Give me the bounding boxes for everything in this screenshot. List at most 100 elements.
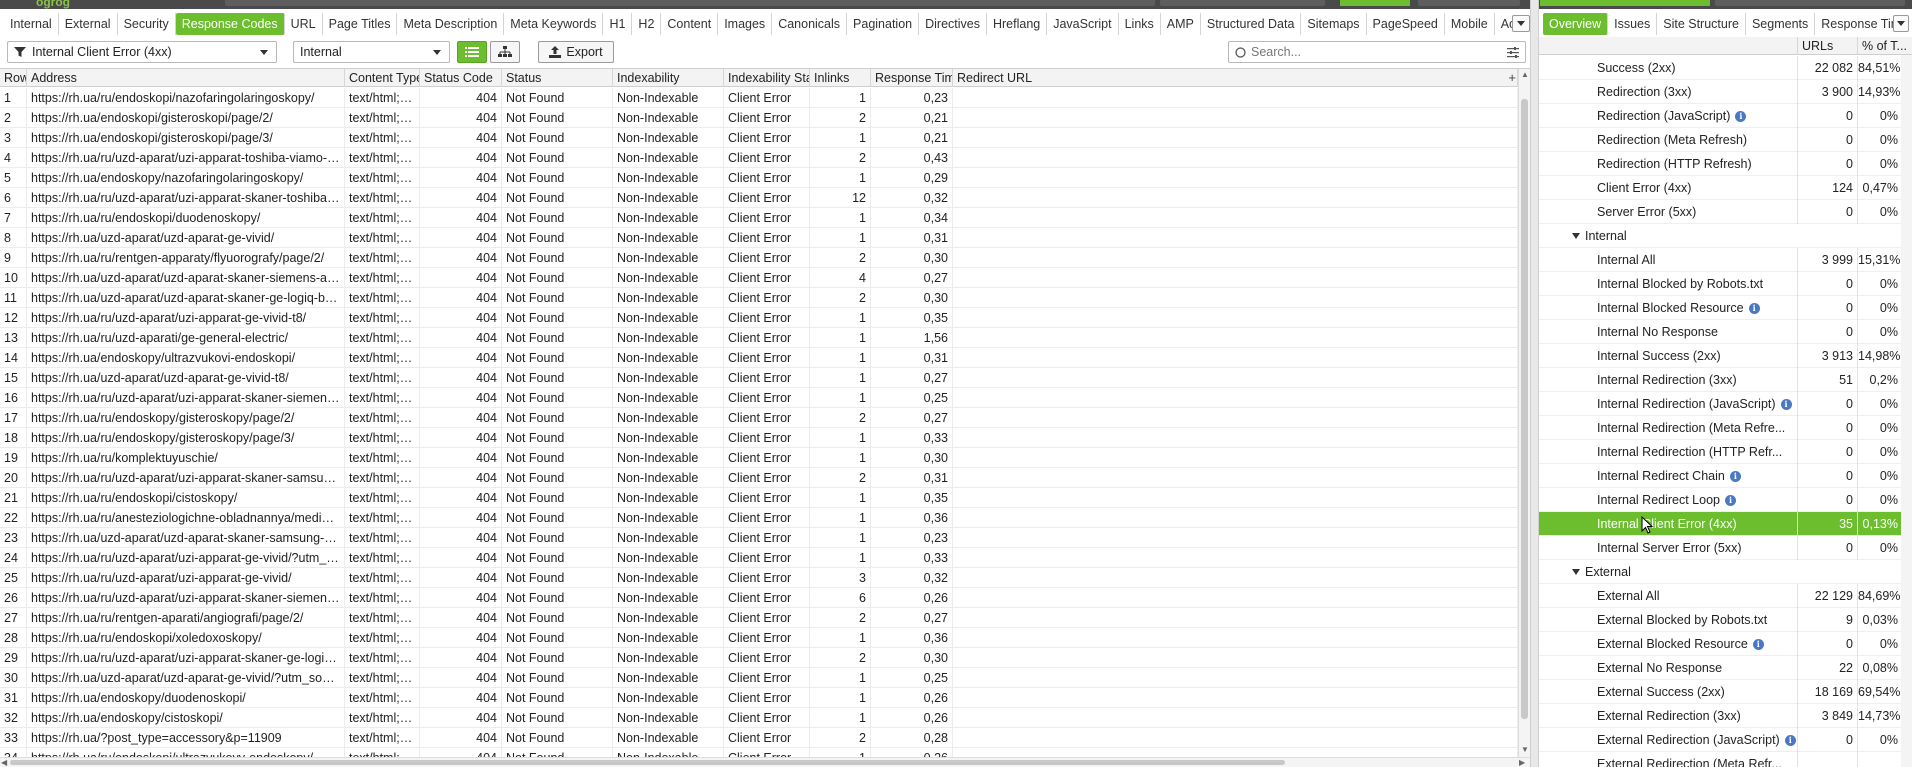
table-row[interactable]: 26 https://rh.ua/ru/uzd-aparat/uzi-appara…: [0, 588, 1518, 608]
table-row[interactable]: 12 https://rh.ua/ru/uzd-aparat/uzi-appara…: [0, 308, 1518, 328]
tab-mobile[interactable]: Mobile: [1445, 13, 1495, 35]
tab-pagination[interactable]: Pagination: [847, 13, 920, 35]
top-menu-button[interactable]: [1500, 0, 1520, 6]
scroll-up-icon[interactable]: ▲: [1521, 70, 1529, 79]
overview-item-internal-all[interactable]: Internal All 3 999 15,31%: [1539, 248, 1912, 272]
tab-meta-description[interactable]: Meta Description: [397, 13, 505, 35]
column-header-indexability-status[interactable]: Indexability Status: [724, 69, 810, 87]
tab-images[interactable]: Images: [718, 13, 773, 35]
right-tab-response-tim[interactable]: Response Tim: [1815, 13, 1895, 35]
table-row[interactable]: 23 https://rh.ua/uzd-aparat/uzd-aparat-sk…: [0, 528, 1518, 548]
right-tab-overview[interactable]: Overview: [1543, 13, 1609, 35]
column-header-status-code[interactable]: Status Code: [420, 69, 502, 87]
tree-view-button[interactable]: [490, 41, 520, 63]
scroll-down-icon[interactable]: ▼: [1521, 745, 1529, 754]
tab-page-titles[interactable]: Page Titles: [323, 13, 398, 35]
table-row[interactable]: 2 https://rh.ua/endoskopi/gisteroskopi/pa…: [0, 108, 1518, 128]
table-row[interactable]: 9 https://rh.ua/ru/rentgen-apparaty/flyuo…: [0, 248, 1518, 268]
overview-item-internal-no-response[interactable]: Internal No Response 0 0%: [1539, 320, 1912, 344]
overview-item-redirection-http-refresh[interactable]: Redirection (HTTP Refresh) 0 0%: [1539, 152, 1912, 176]
overview-item-internal-blocked-resource[interactable]: Internal Blocked Resource i 0 0%: [1539, 296, 1912, 320]
right-tab-issues[interactable]: Issues: [1608, 13, 1658, 35]
tab-canonicals[interactable]: Canonicals: [772, 13, 848, 35]
overview-group-internal[interactable]: Internal: [1539, 224, 1912, 248]
overview-item-internal-blocked-by-robots-txt[interactable]: Internal Blocked by Robots.txt 0 0%: [1539, 272, 1912, 296]
right-tab-segments[interactable]: Segments: [1746, 13, 1816, 35]
tab-h1[interactable]: H1: [603, 13, 633, 35]
overview-col-urls[interactable]: URLs: [1797, 37, 1857, 55]
column-header-row[interactable]: Row: [0, 69, 27, 87]
table-row[interactable]: 18 https://rh.ua/ru/endoskopy/gisteroskop…: [0, 428, 1518, 448]
scroll-right-icon[interactable]: ▶: [1519, 758, 1525, 767]
overview-item-redirection-meta-refresh[interactable]: Redirection (Meta Refresh) 0 0%: [1539, 128, 1912, 152]
scope-dropdown[interactable]: Internal: [293, 41, 450, 63]
table-row[interactable]: 25 https://rh.ua/ru/uzd-aparat/uzi-appara…: [0, 568, 1518, 588]
table-row[interactable]: 10 https://rh.ua/uzd-aparat/uzd-aparat-sk…: [0, 268, 1518, 288]
right-tab-site-structure[interactable]: Site Structure: [1657, 13, 1746, 35]
overview-item-internal-redirection-meta-refre[interactable]: Internal Redirection (Meta Refre... 0 0%: [1539, 416, 1912, 440]
tab-external[interactable]: External: [59, 13, 118, 35]
tab-h2[interactable]: H2: [632, 13, 662, 35]
main-tabs-overflow-button[interactable]: [1512, 15, 1530, 32]
right-tabs-overflow-button[interactable]: [1893, 15, 1909, 32]
overview-item-internal-client-error-4xx[interactable]: Internal Client Error (4xx) 35 0,13%: [1539, 512, 1912, 536]
table-row[interactable]: 27 https://rh.ua/ru/rentgen-aparati/angio…: [0, 608, 1518, 628]
search-options-icon[interactable]: [1507, 47, 1519, 58]
overview-group-external[interactable]: External: [1539, 560, 1912, 584]
column-header-inlinks[interactable]: Inlinks: [810, 69, 871, 87]
table-row[interactable]: 6 https://rh.ua/ru/uzd-aparat/uzi-apparat…: [0, 188, 1518, 208]
tab-hreflang[interactable]: Hreflang: [987, 13, 1048, 35]
info-icon[interactable]: i: [1725, 494, 1736, 506]
table-row[interactable]: 13 https://rh.ua/ru/uzd-aparati/ge-genera…: [0, 328, 1518, 348]
table-row[interactable]: 8 https://rh.ua/uzd-aparat/uzd-aparat-ge-…: [0, 228, 1518, 248]
overview-item-external-redirection-3xx[interactable]: External Redirection (3xx) 3 849 14,73%: [1539, 704, 1912, 728]
horizontal-scrollbar-thumb[interactable]: [10, 760, 1285, 765]
top-start-button[interactable]: [1340, 0, 1410, 6]
table-row[interactable]: 28 https://rh.ua/ru/endoskopi/xoledoxosko…: [0, 628, 1518, 648]
overview-item-internal-redirection-3xx[interactable]: Internal Redirection (3xx) 51 0,2%: [1539, 368, 1912, 392]
table-row[interactable]: 7 https://rh.ua/ru/endoskopi/duodenoskopy…: [0, 208, 1518, 228]
overview-item-external-redirection-javascript[interactable]: External Redirection (JavaScript) i 0 0%: [1539, 728, 1912, 752]
overview-item-internal-redirect-loop[interactable]: Internal Redirect Loop i 0 0%: [1539, 488, 1912, 512]
column-header-status[interactable]: Status: [502, 69, 613, 87]
horizontal-scrollbar[interactable]: ◀ ▶: [0, 757, 1530, 767]
overview-item-external-blocked-resource[interactable]: External Blocked Resource i 0 0%: [1539, 632, 1912, 656]
info-icon[interactable]: i: [1735, 110, 1747, 122]
overview-item-server-error-5xx[interactable]: Server Error (5xx) 0 0%: [1539, 200, 1912, 224]
search-box[interactable]: [1228, 41, 1526, 63]
tab-amp[interactable]: AMP: [1161, 13, 1201, 35]
column-header-response-time[interactable]: Response Time: [871, 69, 953, 87]
overview-item-success-2xx[interactable]: Success (2xx) 22 082 84,51%: [1539, 56, 1912, 80]
list-view-button[interactable]: [457, 41, 487, 63]
scroll-left-icon[interactable]: ◀: [1, 758, 7, 767]
table-row[interactable]: 5 https://rh.ua/endoskopy/nazofaringolari…: [0, 168, 1518, 188]
tab-pagespeed[interactable]: PageSpeed: [1367, 13, 1445, 35]
vertical-scrollbar[interactable]: ▲ ▼: [1518, 69, 1530, 757]
table-row[interactable]: 14 https://rh.ua/endoskopy/ultrazvukovi-e…: [0, 348, 1518, 368]
info-icon[interactable]: i: [1748, 302, 1760, 314]
tab-internal[interactable]: Internal: [4, 13, 59, 35]
column-header-indexability[interactable]: Indexability: [613, 69, 724, 87]
table-row[interactable]: 29 https://rh.ua/ru/uzd-aparat/uzi-appara…: [0, 648, 1518, 668]
table-row[interactable]: 30 https://rh.ua/uzd-aparat/uzd-aparat-ge…: [0, 668, 1518, 688]
table-row[interactable]: 31 https://rh.ua/endoskopy/duodenoskopi/t…: [0, 688, 1518, 708]
tab-links[interactable]: Links: [1119, 13, 1161, 35]
table-row[interactable]: 33 https://rh.ua/?post_type=accessory&p=1…: [0, 728, 1518, 748]
tab-url[interactable]: URL: [285, 13, 323, 35]
column-header-address[interactable]: Address: [27, 69, 345, 87]
info-icon[interactable]: i: [1752, 638, 1764, 650]
info-icon[interactable]: i: [1780, 398, 1792, 410]
vertical-scrollbar-thumb[interactable]: [1521, 99, 1528, 719]
add-column-icon[interactable]: +: [1508, 69, 1516, 86]
overview-item-internal-success-2xx[interactable]: Internal Success (2xx) 3 913 14,98%: [1539, 344, 1912, 368]
table-row[interactable]: 4 https://rh.ua/ru/uzd-aparat/uzi-apparat…: [0, 148, 1518, 168]
tab-structured-data[interactable]: Structured Data: [1201, 13, 1302, 35]
table-row[interactable]: 34https://rh.ua/ru/endoskopi/ultrazvukov…: [0, 748, 1518, 757]
panel-splitter[interactable]: [1530, 0, 1539, 767]
table-row[interactable]: 19 https://rh.ua/ru/komplektuyuschie/text…: [0, 448, 1518, 468]
export-button[interactable]: Export: [538, 41, 614, 63]
table-row[interactable]: 11 https://rh.ua/uzd-aparat/uzd-aparat-sk…: [0, 288, 1518, 308]
table-row[interactable]: 1 https://rh.ua/ru/endoskopi/nazofaringol…: [0, 88, 1518, 108]
overview-item-external-redirection-meta-refr[interactable]: External Redirection (Meta Refr...: [1539, 752, 1912, 767]
expand-triangle-icon[interactable]: [1572, 569, 1580, 575]
